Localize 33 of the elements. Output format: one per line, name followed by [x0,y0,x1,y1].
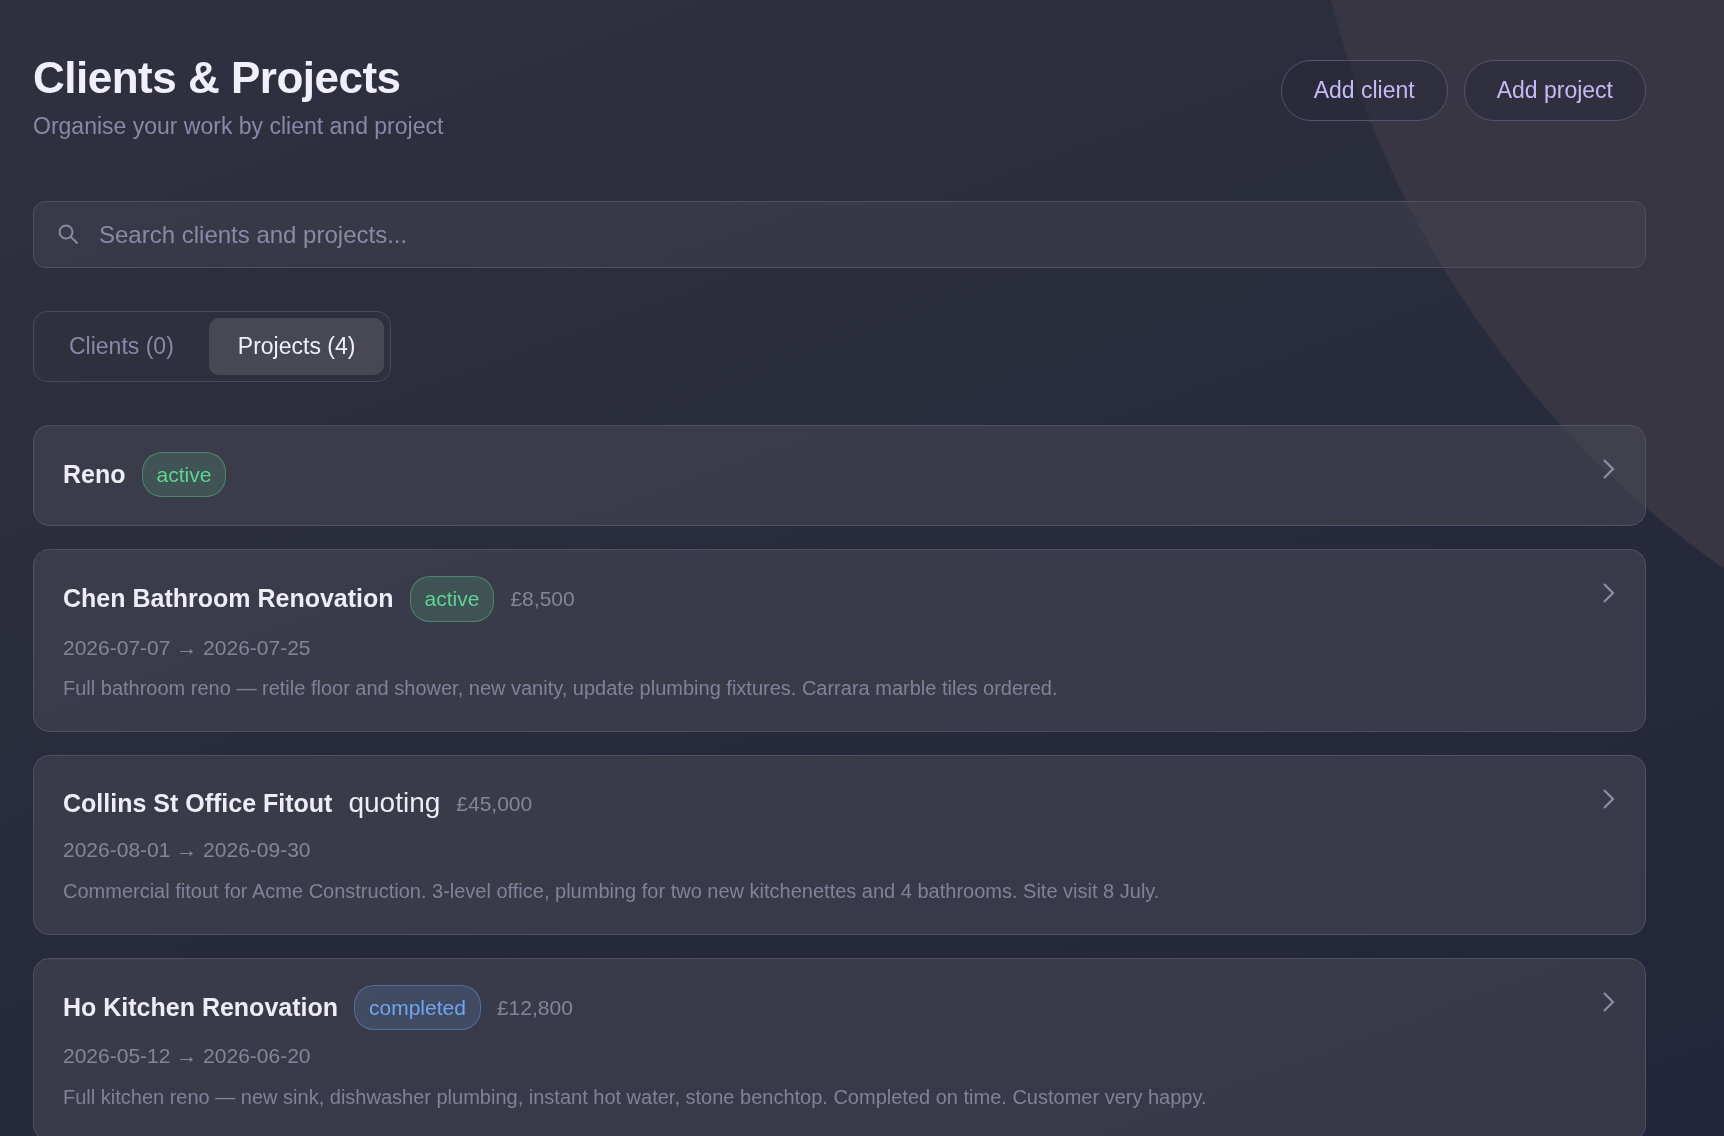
chevron-right-icon [1602,457,1616,480]
status-badge: completed [354,984,481,1031]
page-subtitle: Organise your work by client and project [33,111,444,141]
chevron-right-icon [1602,788,1616,811]
tab[interactable]: Clients (0) [40,318,203,375]
project-name: Ho Kitchen Renovation [63,991,338,1023]
project-dates: 2026-05-12 → 2026-06-20 [63,1043,312,1070]
project-card[interactable]: Reno active [33,424,1646,527]
project-name: Chen Bathroom Renovation [63,583,394,615]
search-field[interactable]: Search clients and projects... [33,201,1646,269]
chevron-right-icon [1602,990,1616,1013]
project-description: Commercial fitout for Acme Construction. 3-level office, plumbing for two new kitchenettes and 4 bathrooms. Site visit 8 July. [63,878,1161,904]
project-amount: £12,800 [496,994,573,1021]
status-badge: active [141,451,227,498]
project-description: Full bathroom reno — retile floor and shower, new vanity, update plumbing fixtures. Carrara marble tiles ordered. [63,676,1059,702]
project-card[interactable]: Chen Bathroom Renovation active £8,500 2026-07-07 → 2026-07-25 Full bathroom reno — retile floor and shower, new vanity, update plumbing fixtures. Carrara marble tiles ordered. [33,549,1646,733]
page-title: Clients & Projects [33,52,402,104]
project-name: Collins St Office Fitout [63,787,333,819]
add-button[interactable]: Add project [1463,60,1646,121]
status-text: quoting [348,786,441,821]
project-description: Full kitchen reno — new sink, dishwasher plumbing, instant hot water, stone benchtop. Completed on time. Customer very happy. [63,1084,1208,1110]
project-dates: 2026-07-07 → 2026-07-25 [63,634,312,661]
project-card[interactable]: Ho Kitchen Renovation completed £12,800 2026-05-12 → 2026-06-20 Full kitchen reno — new sink, dishwasher plumbing, instant hot water, stone benchtop. Completed on time. Customer very happy. [33,957,1646,1136]
project-amount: £45,000 [456,790,533,817]
project-dates: 2026-08-01 → 2026-09-30 [63,837,312,864]
project-amount: £8,500 [510,586,575,613]
tab[interactable]: Projects (4) [208,318,385,375]
chevron-right-icon [1602,582,1616,605]
project-name: Reno [63,458,126,490]
add-button[interactable]: Add client [1280,60,1448,121]
status-badge: active [409,576,495,622]
project-card[interactable]: Collins St Office Fitout quoting £45,000 2026-08-01 → 2026-09-30 Commercial fitout for Acme Construction. 3-level office, plumbing for two new kitchenettes and 4 bathrooms. Site visit 8 July. [33,755,1646,935]
search-icon [57,223,79,246]
